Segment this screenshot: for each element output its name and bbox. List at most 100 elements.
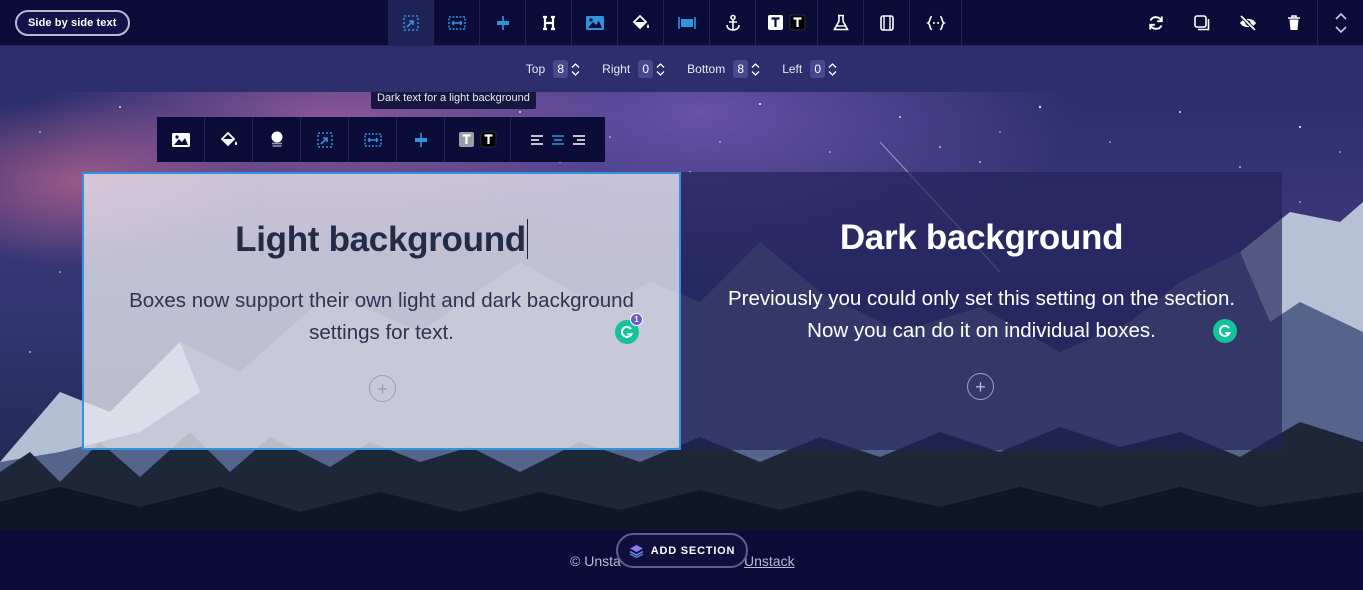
dark-background-box[interactable]: Dark background Previously you could onl… [681,172,1282,450]
flask-icon [832,14,849,31]
padding-right-stepper[interactable] [656,62,665,76]
light-box-text[interactable]: Boxes now support their own light and da… [114,285,649,349]
fill-icon [220,131,237,146]
duplicate-icon [1194,15,1210,31]
experiment-tool[interactable] [818,0,864,46]
box-image-tool[interactable] [157,117,205,162]
section-actions [1133,0,1363,46]
duplicate-button[interactable] [1179,0,1225,46]
stepper-down-icon[interactable] [571,70,580,76]
light-background-box[interactable]: Light background Boxes now support their… [82,172,681,450]
padding-left-input[interactable]: 0 [810,60,826,78]
stepper-down-icon[interactable] [656,70,665,76]
padding-left-control: Left 0 [782,60,837,78]
background-image-tool[interactable] [572,0,618,46]
padding-icon [402,15,419,31]
add-content-button[interactable]: + [967,373,994,400]
image-icon [585,16,604,30]
box-opacity-tool[interactable] [253,117,301,162]
text-light-dark-icon [458,131,496,147]
align-right-icon[interactable] [572,134,586,146]
padding-top-stepper[interactable] [571,62,580,76]
padding-top-input[interactable]: 8 [553,60,569,78]
move-section-control[interactable] [1317,0,1363,46]
stepper-up-icon[interactable] [656,62,665,68]
align-text-center-icon[interactable] [551,134,565,146]
refresh-icon [1149,16,1163,30]
box-toolbar [157,117,605,162]
heading-tool[interactable] [526,0,572,46]
anchor-tool[interactable] [710,0,756,46]
text-color-tool[interactable] [756,0,818,46]
grammarly-icon [620,325,634,338]
dark-box-text[interactable]: Previously you could only set this setti… [711,283,1252,347]
grammarly-button[interactable]: 1 [615,313,643,344]
add-section-label: ADD SECTION [650,544,736,557]
padding-bottom-stepper[interactable] [751,62,760,76]
stepper-up-icon[interactable] [751,62,760,68]
padding-controls: Top 8 Right 0 Bottom 8 Left 0 [0,46,1363,92]
anchor-icon [725,14,740,31]
section-toolbar: Side by side text [0,0,1363,46]
box-text-align-tool[interactable] [511,117,605,162]
padding-bottom-label: Bottom [687,62,726,76]
dark-box-title[interactable]: Dark background [681,218,1282,258]
align-tool[interactable] [480,0,526,46]
tooltip: Dark text for a light background [371,92,536,109]
layers-icon [629,544,644,558]
hero-section[interactable]: Light background Boxes now support their… [0,92,1363,530]
light-box-title[interactable]: Light background [84,218,679,260]
stepper-up-icon[interactable] [571,62,580,68]
stepper-down-icon[interactable] [828,70,837,76]
padding-bottom-input[interactable]: 8 [733,60,749,78]
container-icon [879,15,894,31]
full-width-tool[interactable] [664,0,710,46]
width-tool[interactable] [434,0,480,46]
box-padding-tool[interactable] [301,117,349,162]
delete-button[interactable] [1271,0,1317,46]
light-box-title-text[interactable]: Light background [235,220,526,259]
hide-button[interactable] [1225,0,1271,46]
delete-icon [1288,15,1300,30]
text-cursor [526,218,528,259]
padding-right-control: Right 0 [602,60,665,78]
width-icon [363,132,382,147]
footer-copyright: © Unsta [570,553,621,569]
container-tool[interactable] [864,0,910,46]
image-icon [171,132,190,147]
add-content-button[interactable]: + [369,375,396,402]
align-center-icon [414,132,427,147]
padding-icon [316,131,333,148]
padding-tool[interactable] [388,0,434,46]
heading-icon [542,15,555,31]
fill-icon [632,14,649,30]
section-name-button[interactable]: Side by side text [15,10,130,36]
stepper-up-icon[interactable] [828,62,837,68]
box-width-tool[interactable] [349,117,397,162]
grammarly-count-badge: 1 [630,313,643,326]
box-align-tool[interactable] [397,117,445,162]
background-color-tool[interactable] [618,0,664,46]
box-text-color-tool[interactable] [445,117,511,162]
align-left-icon[interactable] [530,134,544,146]
padding-top-control: Top 8 [526,60,580,78]
hide-icon [1239,14,1257,32]
full-width-icon [677,17,696,29]
grammarly-button[interactable] [1213,319,1237,343]
chevron-up-icon[interactable] [1334,13,1347,20]
grammarly-icon [1218,324,1232,337]
code-icon [925,15,946,31]
text-light-dark-icon [767,14,805,31]
box-fill-tool[interactable] [205,117,253,162]
add-section-button[interactable]: ADD SECTION [616,533,748,568]
refresh-button[interactable] [1133,0,1179,46]
chevron-down-icon[interactable] [1334,26,1347,33]
padding-bottom-control: Bottom 8 [687,60,760,78]
padding-left-stepper[interactable] [828,62,837,76]
stepper-down-icon[interactable] [751,70,760,76]
section-tool-group [388,0,962,46]
align-center-icon [496,16,509,30]
footer-unstack-link[interactable]: Unstack [744,553,795,569]
code-tool[interactable] [910,0,962,46]
padding-right-input[interactable]: 0 [638,60,654,78]
